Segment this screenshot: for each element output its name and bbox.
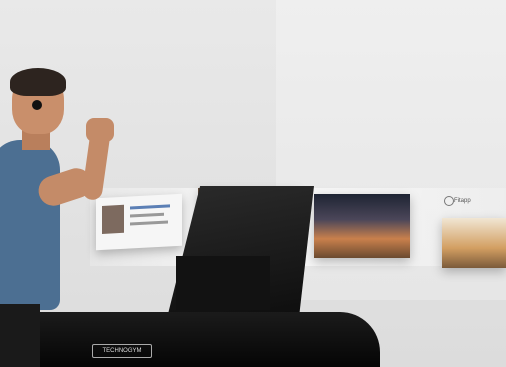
app-label: Fitapp <box>454 198 471 204</box>
treadmill-display <box>176 256 270 310</box>
landscape-card <box>314 194 410 258</box>
runner-torso <box>0 140 60 310</box>
app-card <box>442 218 506 268</box>
runner-hair <box>10 68 66 96</box>
photo-scene: Fitapp TECHNOGYM <box>0 0 506 367</box>
runner <box>0 60 140 367</box>
runner-leg <box>0 304 40 367</box>
earbud-icon <box>32 100 42 110</box>
runner-fist <box>86 118 114 142</box>
app-icon <box>444 196 454 206</box>
